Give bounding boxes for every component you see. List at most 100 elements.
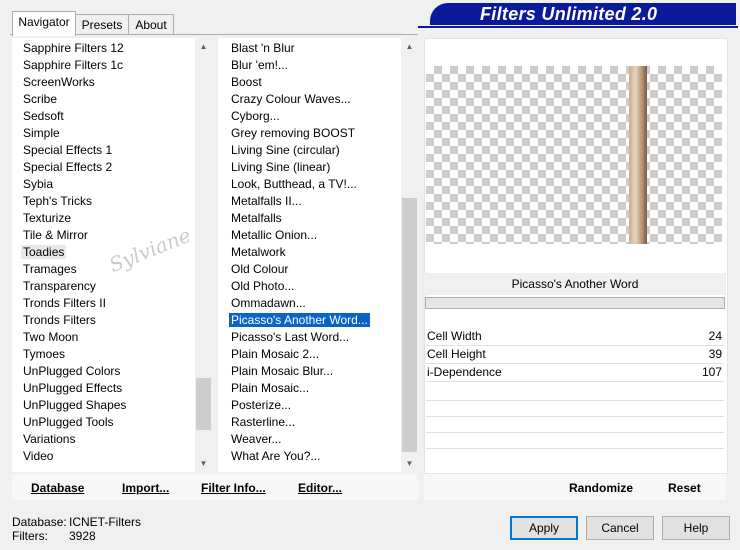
filter-item[interactable]: Ommadawn... xyxy=(229,295,308,312)
filter-item-label: Living Sine (linear) xyxy=(231,160,331,174)
apply-button[interactable]: Apply xyxy=(510,516,578,540)
category-item[interactable]: Special Effects 1 xyxy=(21,142,114,159)
filter-item[interactable]: Old Colour xyxy=(229,261,290,278)
chevron-down-icon[interactable]: ▼ xyxy=(401,455,418,472)
filters-label: Filters: xyxy=(12,529,48,543)
category-item[interactable]: Tronds Filters xyxy=(21,312,98,329)
filter-item[interactable]: Crazy Colour Waves... xyxy=(229,91,353,108)
category-item[interactable]: Simple xyxy=(21,125,62,142)
preview-stripe xyxy=(629,66,647,244)
category-item-label: UnPlugged Colors xyxy=(23,364,121,378)
category-list[interactable]: Sapphire Filters 12 Sapphire Filters 1c Sc… xyxy=(12,38,212,472)
filter-item[interactable]: Living Sine (circular) xyxy=(229,142,342,159)
category-item[interactable]: Video xyxy=(21,448,55,465)
filter-item[interactable]: Look, Butthead, a TV!... xyxy=(229,176,359,193)
filter-item[interactable]: Posterize... xyxy=(229,397,293,414)
category-item-label: Sedsoft xyxy=(23,109,64,123)
database-button[interactable]: Database xyxy=(31,481,84,495)
param-label: Cell Width xyxy=(427,329,482,343)
tab-presets[interactable]: Presets xyxy=(75,14,129,35)
filter-item[interactable]: Metallic Onion... xyxy=(229,227,319,244)
chevron-down-icon[interactable]: ▼ xyxy=(195,455,212,472)
category-item-label: Sapphire Filters 12 xyxy=(23,41,124,55)
filter-item[interactable]: Picasso's Last Word... xyxy=(229,329,351,346)
import-button[interactable]: Import... xyxy=(122,481,169,495)
param-slider[interactable]: 24 xyxy=(709,328,722,345)
category-item[interactable]: Tymoes xyxy=(21,346,67,363)
filter-item[interactable]: Picasso's Another Word... xyxy=(228,312,371,329)
category-scrollbar[interactable]: ▲ ▼ xyxy=(195,38,212,472)
category-item[interactable]: Tile & Mirror xyxy=(21,227,90,244)
category-item-label: Tronds Filters xyxy=(23,313,96,327)
category-item[interactable]: UnPlugged Effects xyxy=(21,380,124,397)
chevron-up-icon[interactable]: ▲ xyxy=(195,38,212,55)
param-divider xyxy=(426,416,724,417)
category-item[interactable]: Sapphire Filters 1c xyxy=(21,57,125,74)
chevron-up-icon[interactable]: ▲ xyxy=(401,38,418,55)
category-item-label: Tymoes xyxy=(23,347,66,361)
filter-scroll-thumb[interactable] xyxy=(402,198,417,452)
category-item[interactable]: Tronds Filters II xyxy=(21,295,108,312)
filter-item[interactable]: Living Sine (linear) xyxy=(229,159,332,176)
filter-title: Picasso's Another Word xyxy=(424,273,726,295)
filter-info-button[interactable]: Filter Info... xyxy=(201,481,266,495)
filter-item[interactable]: What Are You?... xyxy=(229,448,322,465)
filter-item[interactable]: Plain Mosaic... xyxy=(229,380,311,397)
filter-item-label: Boost xyxy=(231,75,262,89)
filter-item[interactable]: Weaver... xyxy=(229,431,283,448)
filter-item[interactable]: Cyborg... xyxy=(229,108,282,125)
filter-item[interactable]: Plain Mosaic Blur... xyxy=(229,363,335,380)
category-item[interactable]: Teph's Tricks xyxy=(21,193,94,210)
category-item[interactable]: Tramages xyxy=(21,261,79,278)
tab-about[interactable]: About xyxy=(128,14,174,35)
reset-button[interactable]: Reset xyxy=(668,481,701,495)
param-slider[interactable]: 39 xyxy=(709,346,722,363)
param-slider[interactable]: 107 xyxy=(702,364,722,381)
help-button[interactable]: Help xyxy=(662,516,730,540)
category-item-label: Toadies xyxy=(21,245,67,259)
category-item[interactable]: Two Moon xyxy=(21,329,80,346)
category-item[interactable]: ScreenWorks xyxy=(21,74,97,91)
randomize-button[interactable]: Randomize xyxy=(569,481,633,495)
editor-button[interactable]: Editor... xyxy=(298,481,342,495)
filter-item[interactable]: Metalfalls II... xyxy=(229,193,304,210)
filter-item[interactable]: Plain Mosaic 2... xyxy=(229,346,321,363)
app-title: Filters Unlimited 2.0 xyxy=(480,4,658,24)
category-item[interactable]: Transparency xyxy=(21,278,98,295)
category-item-label: UnPlugged Effects xyxy=(23,381,123,395)
filter-item[interactable]: Metalwork xyxy=(229,244,288,261)
filter-item[interactable]: Blur 'em!... xyxy=(229,57,290,74)
filter-item[interactable]: Grey removing BOOST xyxy=(229,125,357,142)
filter-item[interactable]: Metalfalls xyxy=(229,210,284,227)
category-item[interactable]: Texturize xyxy=(21,210,73,227)
category-item[interactable]: Toadies xyxy=(21,244,67,261)
category-item[interactable]: UnPlugged Tools xyxy=(21,414,116,431)
category-item[interactable]: Variations xyxy=(21,431,77,448)
filter-item-label: Old Colour xyxy=(231,262,289,276)
filter-item-label: Grey removing BOOST xyxy=(231,126,356,140)
category-item[interactable]: Special Effects 2 xyxy=(21,159,114,176)
category-item[interactable]: Sybia xyxy=(21,176,55,193)
category-item[interactable]: Sapphire Filters 12 xyxy=(21,40,126,57)
category-item[interactable]: Scribe xyxy=(21,91,59,108)
category-item[interactable]: UnPlugged Shapes xyxy=(21,397,128,414)
filter-item[interactable]: Boost xyxy=(229,74,264,91)
category-scroll-thumb[interactable] xyxy=(196,378,211,430)
category-item-label: Special Effects 1 xyxy=(23,143,113,157)
filter-item[interactable]: Rasterline... xyxy=(229,414,297,431)
filter-item[interactable]: Old Photo... xyxy=(229,278,296,295)
filter-scrollbar[interactable]: ▲ ▼ xyxy=(401,38,418,472)
filter-list[interactable]: Blast 'n Blur Blur 'em!... Boost Crazy Colo… xyxy=(218,38,418,472)
cancel-button[interactable]: Cancel xyxy=(586,516,654,540)
category-item[interactable]: UnPlugged Colors xyxy=(21,363,122,380)
category-item-label: Sapphire Filters 1c xyxy=(23,58,124,72)
filter-item-label: Picasso's Last Word... xyxy=(231,330,350,344)
tab-navigator[interactable]: Navigator xyxy=(12,11,76,36)
category-item-label: Variations xyxy=(23,432,76,446)
category-item[interactable]: Sedsoft xyxy=(21,108,66,125)
filter-item-label: Weaver... xyxy=(231,432,282,446)
category-item-label: Two Moon xyxy=(23,330,79,344)
progress-bar xyxy=(425,297,725,309)
filter-item[interactable]: Blast 'n Blur xyxy=(229,40,297,57)
database-label: Database: xyxy=(12,515,67,529)
